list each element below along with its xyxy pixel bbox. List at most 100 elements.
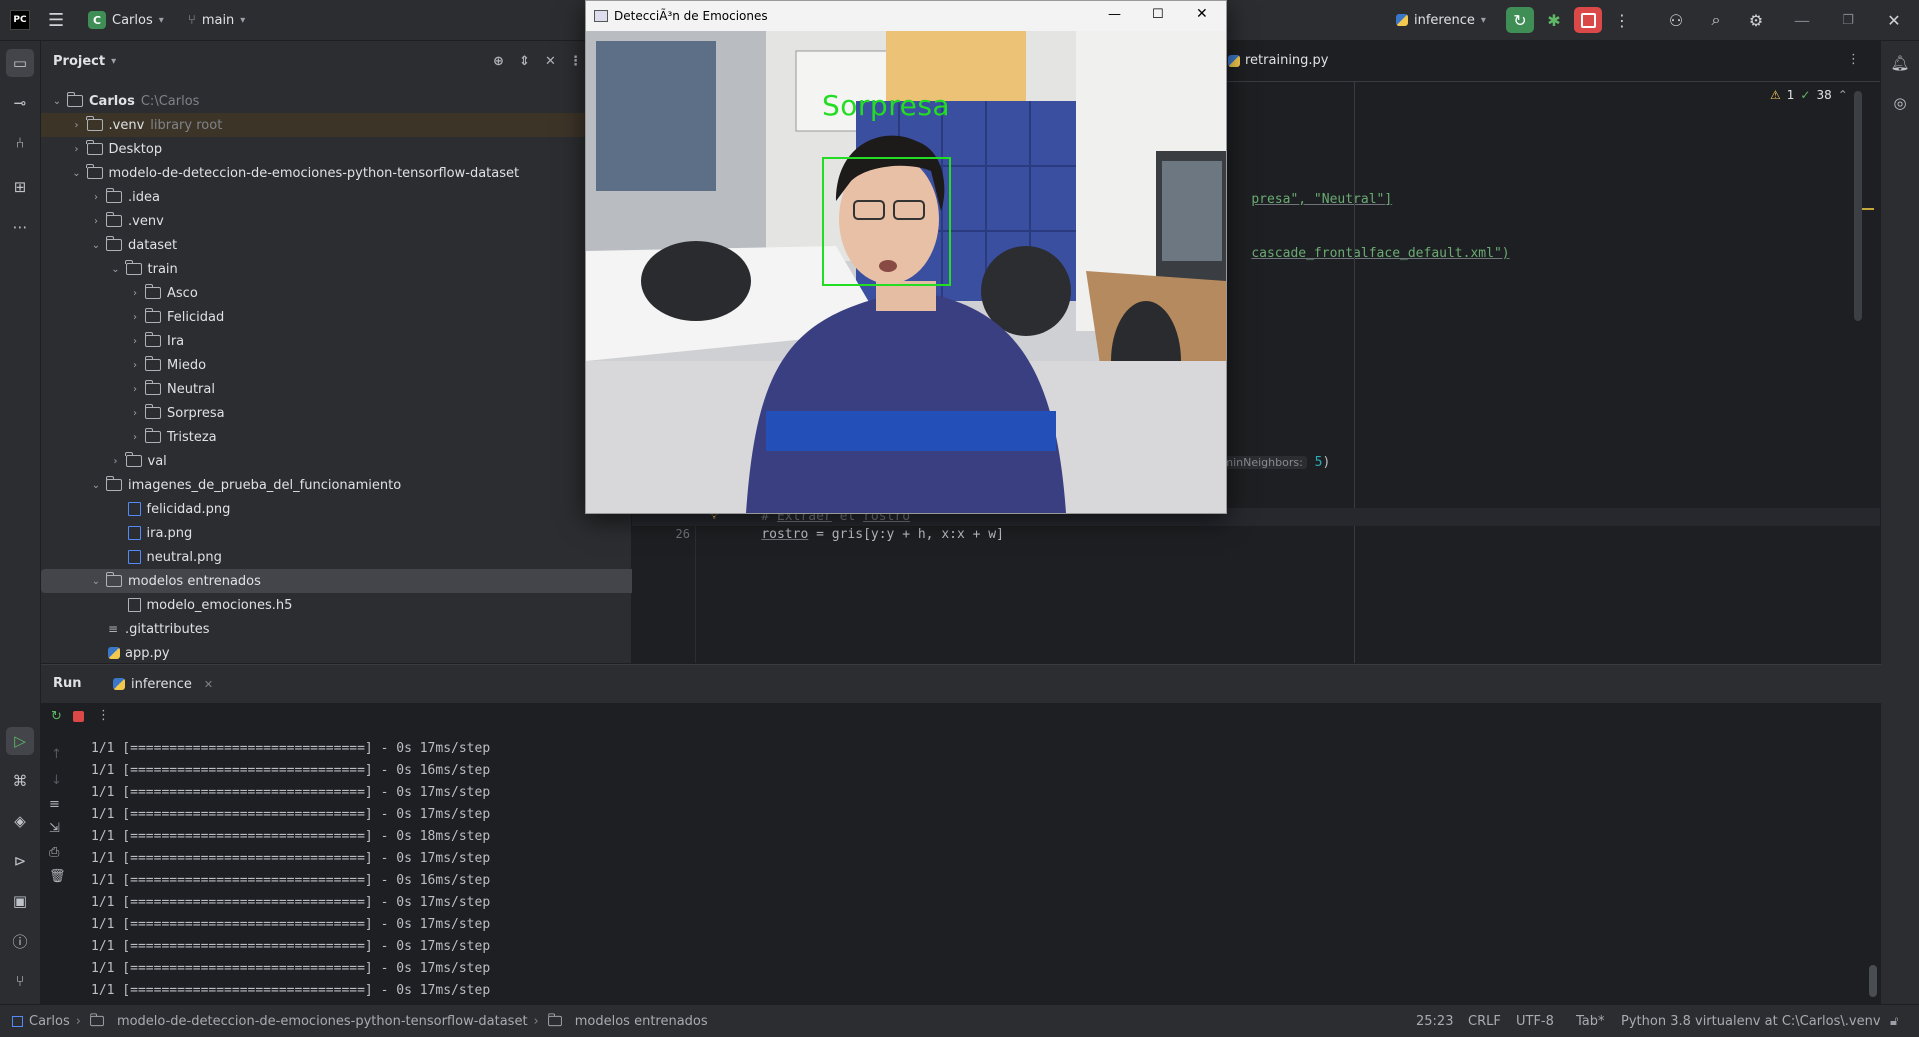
chevron-right-icon[interactable]: › [69,144,85,155]
maximize-icon[interactable]: ❐ [1834,7,1862,33]
emotion-detection-window[interactable]: DetecciÃ³n de Emociones — ☐ ✕ Sorpresa [585,0,1227,514]
rerun-button[interactable]: ↻ [1506,7,1534,33]
hide-panel-icon[interactable]: ✕ [545,54,556,69]
project-tool-icon[interactable]: ▭ [6,49,34,77]
terminal-icon[interactable]: ▣ [6,887,34,915]
tab-options-icon[interactable]: ⋮ [1847,52,1860,67]
chevron-right-icon[interactable]: › [69,120,85,131]
git-icon[interactable]: ⑂ [6,967,34,995]
chevron-down-icon[interactable]: ⌄ [88,480,104,491]
scroll-to-end-icon[interactable]: ⇲ [49,821,60,836]
run-config-selector[interactable]: inference ▾ [1396,0,1486,40]
ai-assistant-icon[interactable]: ◎ [1886,89,1914,117]
close-icon[interactable]: ✕ [1196,6,1208,22]
chevron-right-icon[interactable]: › [127,336,143,347]
tree-item[interactable]: ⌄ dataset [41,233,668,257]
breadcrumb-item[interactable]: Carlos [29,1014,70,1029]
interpreter[interactable]: Python 3.8 virtualenv at C:\Carlos\.venv [1621,1014,1881,1029]
chevron-right-icon[interactable]: › [127,312,143,323]
branch-selector[interactable]: ⑂ main ▾ [188,0,245,40]
tree-item[interactable]: › Desktop [41,137,649,161]
main-menu-icon[interactable]: ☰ [48,0,64,40]
chevron-down-icon[interactable]: ⌄ [69,168,85,179]
editor-tab[interactable]: retraining.py [1224,53,1329,68]
code-fragment-emotions-list[interactable]: presa", "Neutral"] [1220,177,1392,222]
chevron-down-icon[interactable]: ⌄ [88,240,104,251]
tree-item[interactable]: modelo_emociones.h5 [41,593,688,617]
search-icon[interactable]: ⌕ [1702,7,1730,33]
notifications-bell-icon[interactable]: 🔔︎ [1886,49,1914,77]
chevron-down-icon[interactable]: ⌄ [108,264,124,275]
chevron-up-icon[interactable]: ⌃ [1838,88,1848,102]
tree-item[interactable]: ⌄ Carlos C:\Carlos [41,89,629,113]
panel-options-icon[interactable]: ⋮ [569,54,582,69]
add-user-icon[interactable]: ⚇ [1662,7,1690,33]
project-panel-title[interactable]: Project [53,54,105,69]
run-tool-icon[interactable]: ▷ [6,727,34,755]
more-run-options-icon[interactable]: ⋮ [97,708,110,723]
print-icon[interactable]: ⎙ [49,845,59,860]
trash-icon[interactable]: 🗑︎ [49,869,66,884]
tree-item[interactable]: › .idea [41,185,668,209]
run-tab-inference[interactable]: inference ✕ [105,665,222,705]
minimize-icon[interactable]: — [1108,7,1121,22]
chevron-right-icon[interactable]: › [127,384,143,395]
problems-icon[interactable]: ⓘ [6,927,34,955]
pull-requests-icon[interactable]: ⑃ [6,129,34,157]
tree-item[interactable]: ⌄ modelo-de-deteccion-de-emociones-python… [41,161,649,185]
chevron-right-icon[interactable]: › [108,456,124,467]
caret-position[interactable]: 25:23 [1416,1014,1453,1029]
inspection-widget[interactable]: ⚠ 1 ✓ 38 ⌃ ⌄ [1770,88,1864,102]
settings-gear-icon[interactable]: ⚙ [1742,7,1770,33]
services-icon[interactable]: ⊳ [6,847,34,875]
chevron-down-icon[interactable]: ▾ [111,56,116,67]
commit-icon[interactable]: ⊸ [6,89,34,117]
chevron-right-icon[interactable]: › [88,192,104,203]
locate-icon[interactable]: ⊕ [493,54,504,69]
breadcrumb-item[interactable]: modelo-de-deteccion-de-emociones-python-… [117,1014,528,1029]
tree-item[interactable]: ≡ .gitattributes [41,617,668,641]
more-actions-icon[interactable]: ⋮ [1608,7,1636,33]
chevron-right-icon[interactable]: › [127,360,143,371]
tree-item[interactable]: › .venv [41,209,668,233]
tree-item[interactable]: ⌄ imagenes_de_prueba_del_funcionamiento [41,473,668,497]
line-separator[interactable]: CRLF [1468,1014,1501,1029]
tree-item[interactable]: ⌄ modelos entrenados [41,569,668,593]
chevron-right-icon[interactable]: › [88,216,104,227]
code-fragment-cascade[interactable]: cascade_frontalface_default.xml") [1220,231,1509,276]
close-tab-icon[interactable]: ✕ [204,678,213,691]
breadcrumb-item[interactable]: modelos entrenados [575,1014,708,1029]
expand-collapse-icon[interactable]: ⇕ [519,54,530,69]
tree-item[interactable]: ira.png [41,521,688,545]
stop-button[interactable] [1574,7,1602,33]
scroll-down-icon[interactable]: ↓ [51,773,62,788]
editor-scrollbar[interactable] [1854,91,1862,321]
close-icon[interactable]: ✕ [1880,7,1908,33]
more-tools-icon[interactable]: ⋯ [6,213,34,241]
chevron-down-icon[interactable]: ⌄ [88,576,104,587]
tree-item[interactable]: neutral.png [41,545,688,569]
python-console-icon[interactable]: ⌘ [6,767,34,795]
rerun-icon[interactable]: ↻ [51,709,62,724]
project-selector[interactable]: C Carlos ▾ [88,0,164,40]
scroll-up-icon[interactable]: ↑ [51,747,62,762]
chevron-down-icon[interactable]: ⌄ [49,96,65,107]
maximize-icon[interactable]: ☐ [1152,7,1164,22]
chevron-right-icon[interactable]: › [127,408,143,419]
minimize-icon[interactable]: — [1788,7,1816,33]
structure-icon[interactable]: ⊞ [6,173,34,201]
lock-icon[interactable]: 🔓︎ [1890,1014,1898,1029]
chevron-right-icon[interactable]: › [127,432,143,443]
camera-window-titlebar[interactable]: DetecciÃ³n de Emociones — ☐ ✕ [586,1,1226,31]
run-scrollbar[interactable] [1869,965,1877,997]
stop-icon[interactable] [73,711,84,722]
soft-wrap-icon[interactable]: ≡ [49,797,60,812]
chevron-right-icon[interactable]: › [127,288,143,299]
indent-setting[interactable]: Tab* [1576,1014,1605,1029]
python-packages-icon[interactable]: ◈ [6,807,34,835]
warning-stripe[interactable] [1862,208,1874,210]
debug-bug-icon[interactable]: ✱ [1540,7,1568,33]
file-encoding[interactable]: UTF-8 [1516,1014,1554,1029]
code-line[interactable]: rostro = gris[y:y + h, x:x + w] [730,527,1004,542]
tree-item[interactable]: app.py [41,641,668,665]
